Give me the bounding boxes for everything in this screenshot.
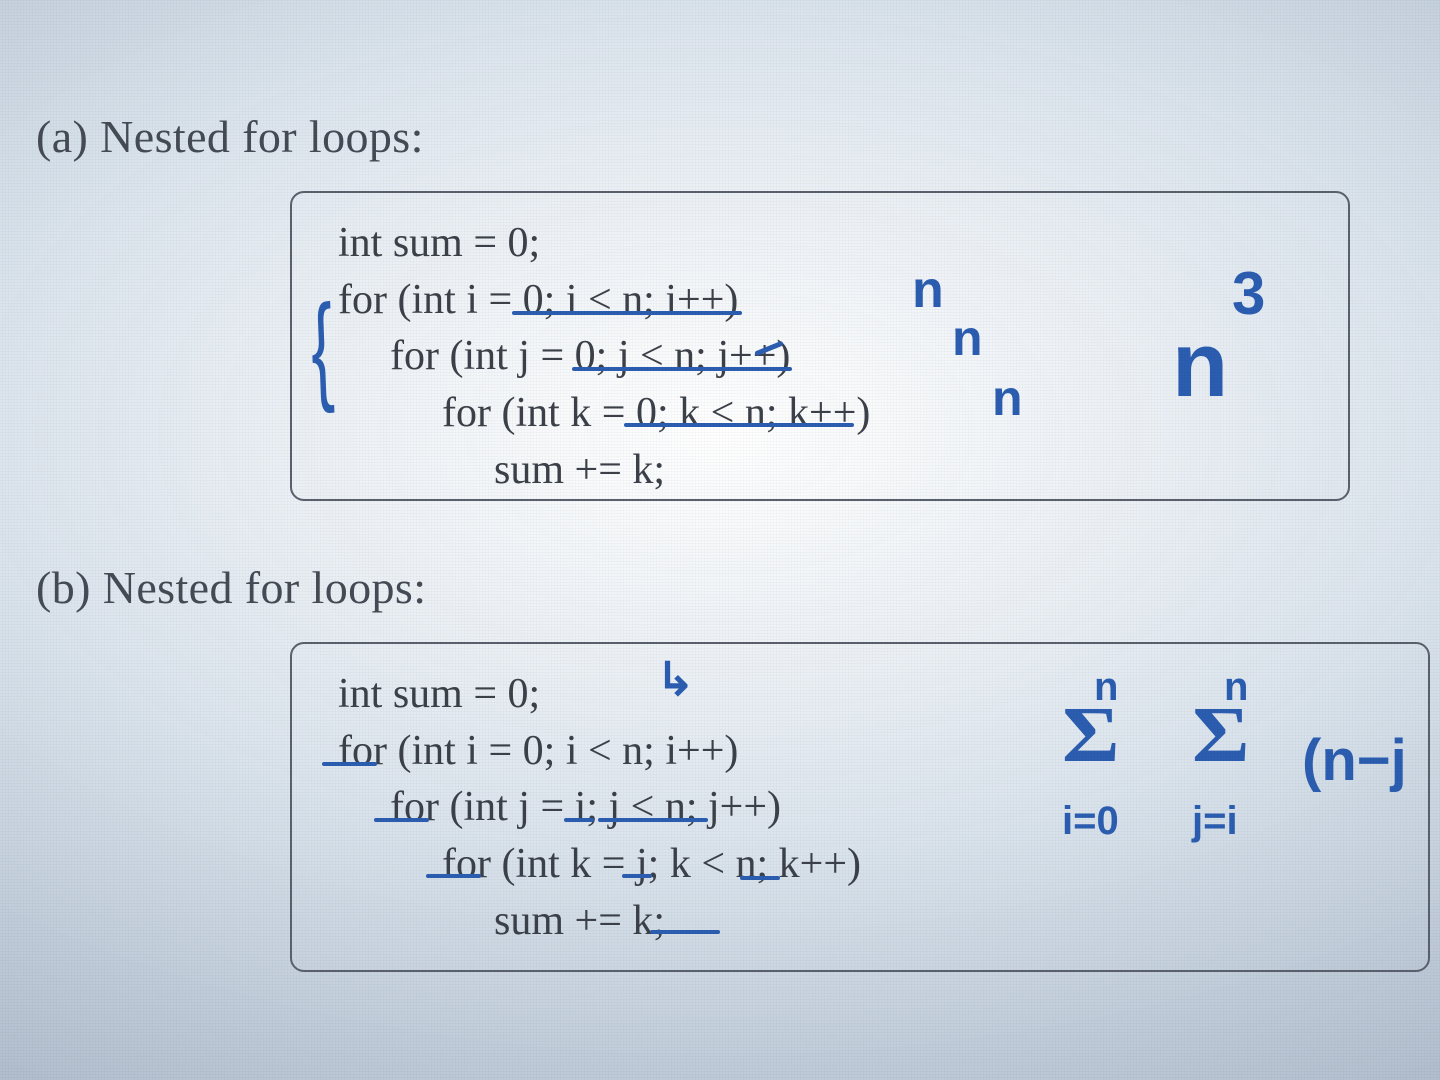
part-b-label: (b) Nested for loops:	[36, 561, 1410, 614]
code-box-b: int sum = 0; for (int i = 0; i < n; i++)…	[290, 642, 1430, 972]
code-line: for (int i = 0; i < n; i++)	[338, 272, 1308, 329]
code-line: for (int i = 0; i < n; i++)	[338, 723, 1388, 780]
code-box-a: int sum = 0; for (int i = 0; i < n; i++)…	[290, 191, 1350, 501]
page: (a) Nested for loops: int sum = 0; for (…	[0, 0, 1440, 1080]
part-a-label: (a) Nested for loops:	[36, 110, 1410, 163]
code-line: sum += k;	[338, 442, 1308, 499]
code-line: for (int k = 0; k < n; k++)	[338, 385, 1308, 442]
code-line: for (int j = 0; j < n; j++)	[338, 328, 1308, 385]
code-line: int sum = 0;	[338, 215, 1308, 272]
hand-brace-icon: {	[309, 287, 336, 410]
code-line: for (int j = i; j < n; j++)	[338, 779, 1388, 836]
code-line: sum += k;	[338, 893, 1388, 950]
code-line: int sum = 0;	[338, 666, 1388, 723]
code-line: for (int k = j; k < n; k++)	[338, 836, 1388, 893]
